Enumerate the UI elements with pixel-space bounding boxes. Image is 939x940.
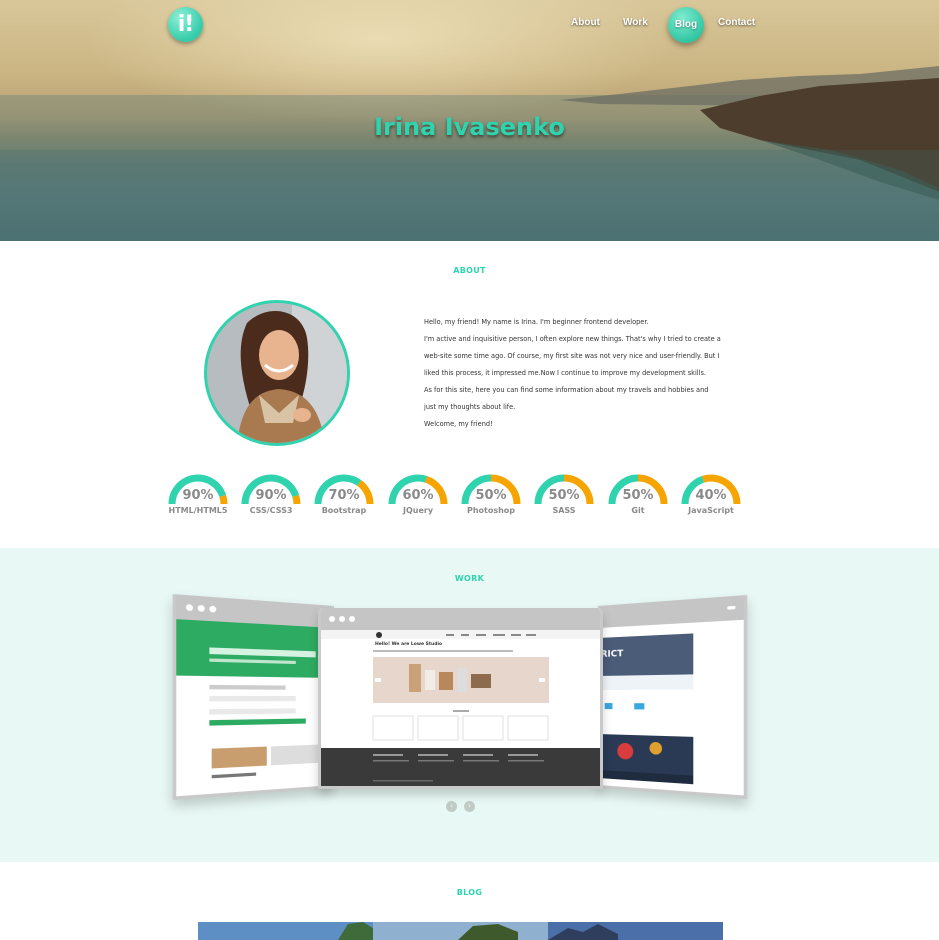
profile-photo [204, 300, 350, 446]
nav-about[interactable]: About [571, 17, 600, 28]
portfolio-slide-left[interactable] [172, 594, 334, 800]
window-dot-icon [339, 616, 345, 622]
portfolio-screenshot-left [176, 619, 334, 779]
skill-percent: 50% [622, 488, 654, 503]
about-line: just my thoughts about life. [424, 403, 516, 411]
window-dot-icon [349, 616, 355, 622]
about-line: Welcome, my friend! [424, 420, 493, 428]
about-paragraph: Hello, my friend! My name is Irina. I'm … [424, 314, 724, 433]
skill-gauge: 90% HTML/HTML5 [166, 472, 230, 515]
about-line: As for this site, here you can find some… [424, 386, 709, 394]
carousel-next-button[interactable]: › [464, 801, 475, 812]
skill-percent: 90% [182, 488, 214, 503]
portfolio-screenshot-right [600, 633, 694, 785]
skill-label: CSS/CSS3 [249, 506, 293, 515]
about-line: Hello, my friend! My name is Irina. I'm … [424, 318, 649, 326]
skill-gauge: 50% Git [606, 472, 670, 515]
work-section-title: WORK [454, 574, 485, 583]
nav-blog[interactable]: Blog [668, 7, 704, 43]
blog-section-title: BLOG [456, 888, 483, 897]
hero-title: Irina Ivasenko [374, 113, 565, 141]
hero-banner: i! About Work Blog Contact Irina Ivasenk… [0, 0, 939, 241]
skill-label: Photoshop [466, 506, 516, 515]
skill-percent: 90% [255, 488, 287, 503]
skill-percent: 50% [548, 488, 580, 503]
skill-label: HTML/HTML5 [168, 506, 228, 515]
right-site-heading: RICT [600, 649, 624, 660]
skill-gauge: 50% SASS [532, 472, 596, 515]
portfolio-slide-right[interactable]: RICT [598, 594, 748, 800]
blog-images-strip [198, 922, 723, 940]
window-dot-icon [197, 604, 205, 612]
skill-label: Git [631, 506, 645, 515]
skill-gauge: 50% Photoshop [459, 472, 523, 515]
window-dot-icon [329, 616, 335, 622]
nav-contact[interactable]: Contact [718, 17, 755, 28]
skill-label: Bootstrap [321, 506, 367, 515]
carousel-prev-button[interactable]: ‹ [446, 801, 457, 812]
skill-percent: 70% [328, 488, 360, 503]
about-line: I'm active and inquisitive person, I oft… [424, 335, 721, 343]
skill-gauge: 90% CSS/CSS3 [239, 472, 303, 515]
skill-percent: 60% [402, 488, 434, 503]
skill-label: JavaScript [688, 506, 734, 515]
nav-work[interactable]: Work [623, 17, 648, 28]
browser-toolbar [321, 608, 600, 630]
window-control-icon [727, 605, 736, 610]
skill-gauge: 70% Bootstrap [312, 472, 376, 515]
center-site-heading: Hello! We are Lowe Studio [375, 642, 443, 647]
blog-photos [198, 922, 723, 940]
portfolio-slide-center[interactable]: Hello! We are Lowe Studio [318, 608, 603, 789]
skill-percent: 50% [475, 488, 507, 503]
window-dot-icon [185, 604, 194, 612]
about-line: liked this process, it impressed me.Now … [424, 369, 706, 377]
profile-photo-image [207, 303, 347, 443]
skill-gauge: 40% JavaScript [679, 472, 743, 515]
skill-label: JQuery [402, 506, 434, 515]
window-dot-icon [209, 605, 217, 613]
skill-gauge: 60% JQuery [386, 472, 450, 515]
skill-percent: 40% [695, 488, 727, 503]
main-nav: About Work Blog Contact [0, 0, 939, 50]
portfolio-screenshot-center [321, 630, 600, 786]
about-line: web-site some time ago. Of course, my fi… [424, 352, 720, 360]
about-section-title: ABOUT [453, 266, 486, 275]
skill-label: SASS [552, 506, 576, 515]
